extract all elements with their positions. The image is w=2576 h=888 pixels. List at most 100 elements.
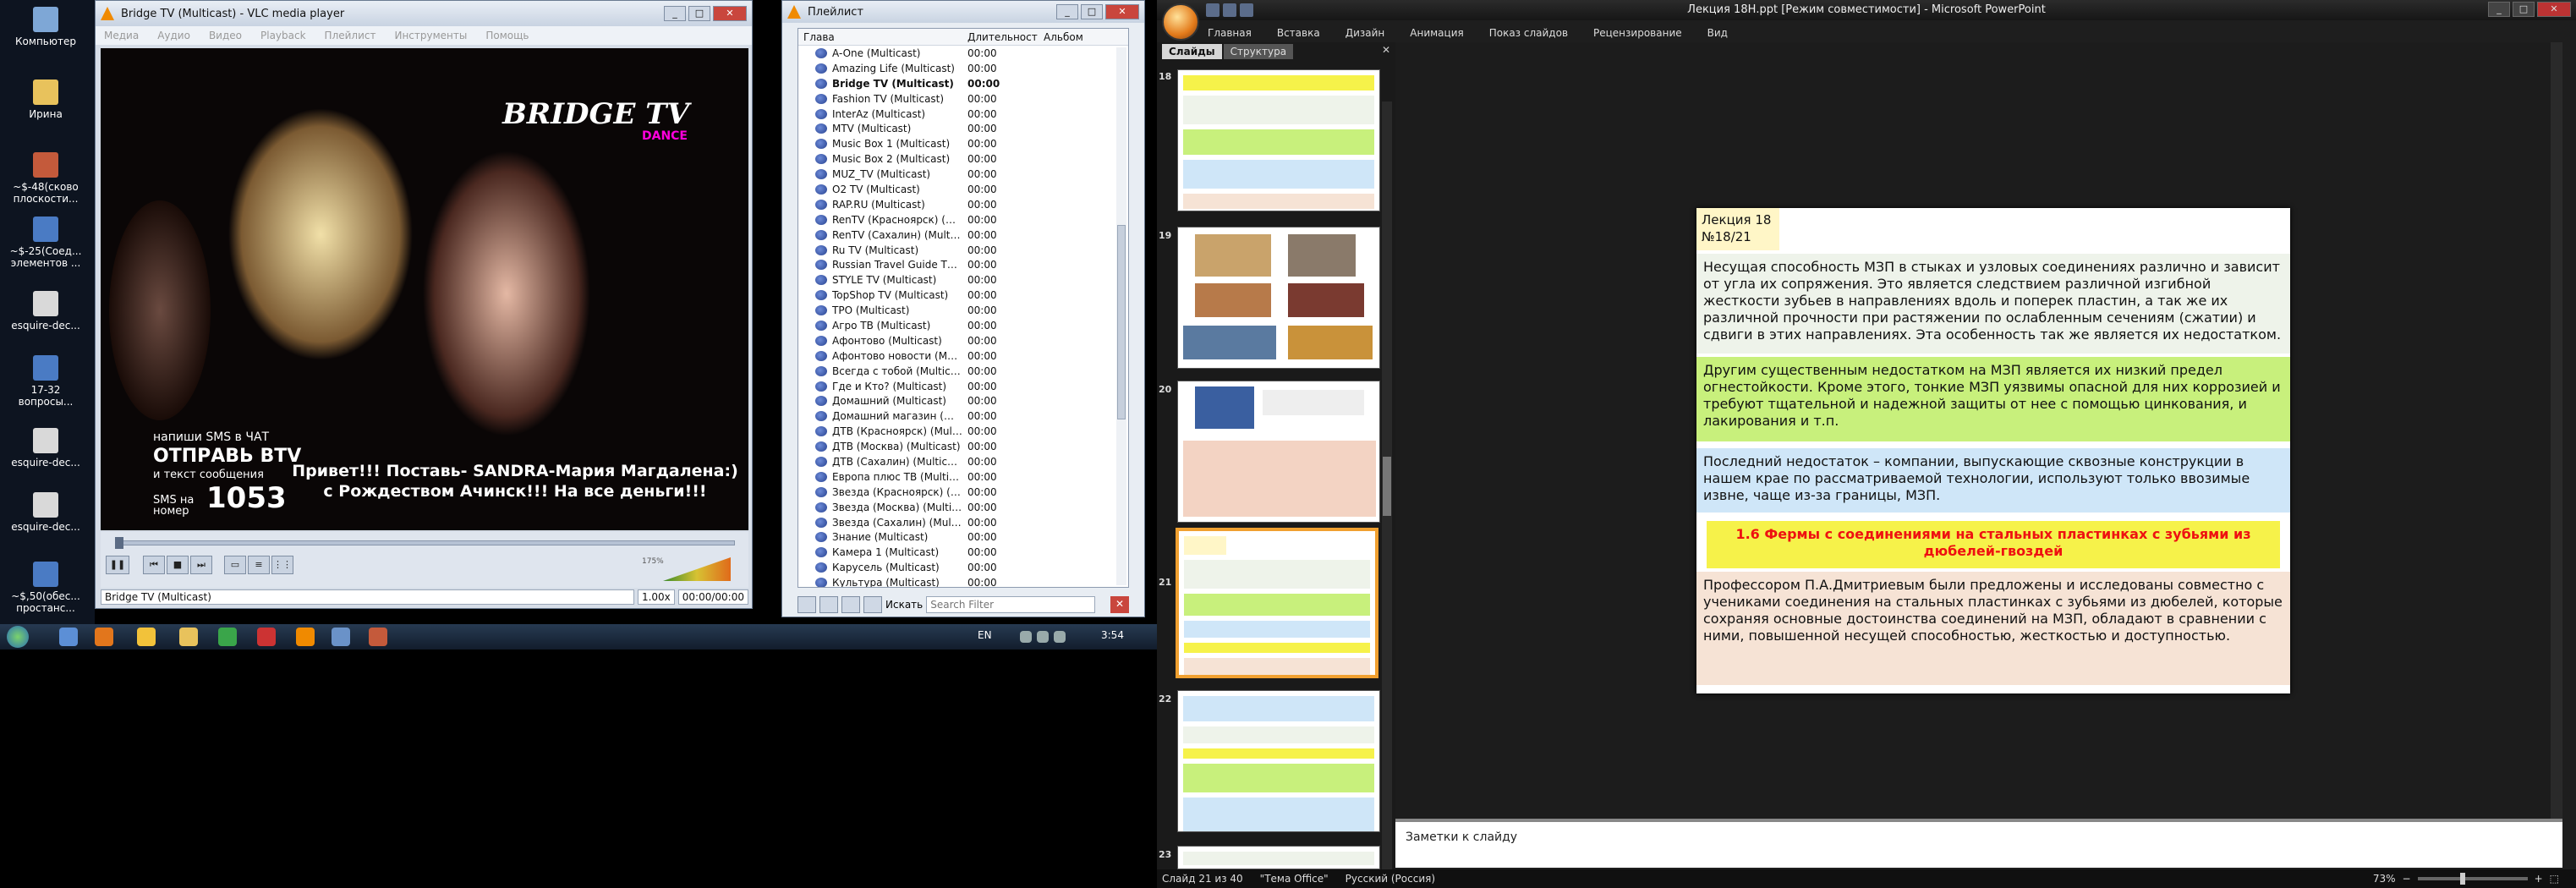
- playlist-item[interactable]: Ru TV (Multicast) 00:00: [798, 243, 1128, 258]
- playlist-item[interactable]: TopShop TV (Multicast) 00:00: [798, 288, 1128, 303]
- menu-media[interactable]: Медиа: [104, 30, 139, 41]
- playlist-item[interactable]: ДТВ (Москва) (Multicast) 00:00: [798, 439, 1128, 454]
- playlist-item[interactable]: InterAz (Multicast) 00:00: [798, 107, 1128, 122]
- next-button[interactable]: ⏭: [190, 556, 212, 574]
- minimize-button[interactable]: _: [2488, 2, 2510, 17]
- tab-review[interactable]: Рецензирование: [1593, 27, 1682, 39]
- desktop-icon-file[interactable]: ~$-25(Соед... элементов ...: [3, 217, 88, 269]
- slide-thumbnail[interactable]: [1177, 227, 1380, 369]
- maximize-button[interactable]: □: [2513, 2, 2535, 17]
- desktop-icon-file[interactable]: esquire-dec...: [3, 291, 88, 332]
- menu-video[interactable]: Видео: [209, 30, 242, 41]
- speed-indicator[interactable]: 1.00x: [637, 589, 675, 605]
- column-header-duration[interactable]: Длительност: [967, 31, 1044, 43]
- maximize-button[interactable]: □: [1081, 4, 1103, 19]
- firefox-icon[interactable]: [95, 628, 113, 646]
- playlist-item[interactable]: Music Box 1 (Multicast) 00:00: [798, 136, 1128, 151]
- media-icon[interactable]: [137, 628, 156, 646]
- close-button[interactable]: ✕: [1105, 4, 1139, 19]
- volume-slider[interactable]: [663, 557, 731, 581]
- slide-thumbnail[interactable]: [1177, 846, 1380, 869]
- network-icon[interactable]: [1037, 631, 1049, 643]
- sort-button[interactable]: [841, 596, 860, 613]
- powerpoint-icon[interactable]: [369, 628, 387, 646]
- volume-icon[interactable]: [1054, 631, 1066, 643]
- clock[interactable]: 3:54: [1101, 629, 1124, 641]
- seek-handle[interactable]: [115, 537, 123, 549]
- desktop-icon-file[interactable]: 17-32 вопросы...: [3, 355, 88, 408]
- playlist-item[interactable]: Всегда с тобой (Multicast) 00:00: [798, 364, 1128, 379]
- tab-animation[interactable]: Анимация: [1410, 27, 1463, 39]
- explorer-icon[interactable]: [59, 628, 78, 646]
- desktop-icon-file[interactable]: ~$,50(обес... простанс...: [3, 562, 88, 614]
- playlist-item[interactable]: Знание (Multicast) 00:00: [798, 530, 1128, 545]
- add-button[interactable]: [797, 596, 816, 613]
- chat-icon[interactable]: [218, 628, 237, 646]
- text-block-green[interactable]: Другим существенным недостатком на МЗП я…: [1696, 357, 2290, 441]
- slide-thumbnail-selected[interactable]: [1176, 528, 1378, 678]
- playlist-scrollbar[interactable]: [1116, 47, 1126, 585]
- playlist-titlebar[interactable]: Плейлист _ □ ✕: [782, 1, 1144, 23]
- desktop-icon-file[interactable]: esquire-dec...: [3, 492, 88, 533]
- close-button[interactable]: ✕: [713, 6, 747, 21]
- playlist-item[interactable]: ДТВ (Сахалин) (Multicast) 00:00: [798, 454, 1128, 469]
- slide-thumbnail[interactable]: [1177, 690, 1380, 832]
- tab-slideshow[interactable]: Показ слайдов: [1489, 27, 1568, 39]
- playlist-item[interactable]: Звезда (Красноярск) (Mul... 00:00: [798, 485, 1128, 500]
- find-button[interactable]: [863, 596, 882, 613]
- tab-design[interactable]: Дизайн: [1346, 27, 1385, 39]
- pause-button[interactable]: ❚❚: [106, 556, 129, 574]
- playlist-item[interactable]: Где и Кто? (Multicast) 00:00: [798, 379, 1128, 394]
- playlist-toggle-button[interactable]: ≡: [248, 556, 270, 574]
- video-frame[interactable]: BRIDGE TV DANCE напиши SMS в ЧАТ ОТПРАВЬ…: [101, 48, 748, 530]
- playlist-item[interactable]: Звезда (Сахалин) (Multic... 00:00: [798, 515, 1128, 530]
- zoom-in-icon[interactable]: +: [2535, 873, 2543, 885]
- playlist-item[interactable]: Карусель (Multicast) 00:00: [798, 560, 1128, 575]
- playlist-item[interactable]: Amazing Life (Multicast) 00:00: [798, 61, 1128, 76]
- playlist-item[interactable]: Культура (Multicast) 00:00: [798, 575, 1128, 587]
- scrollbar-thumb[interactable]: [1117, 225, 1126, 419]
- time-display[interactable]: 00:00/00:00: [677, 589, 748, 605]
- tab-view[interactable]: Вид: [1707, 27, 1728, 39]
- menu-help[interactable]: Помощь: [485, 30, 529, 41]
- playlist-item[interactable]: MTV (Multicast) 00:00: [798, 121, 1128, 136]
- tab-slides[interactable]: Слайды: [1162, 44, 1222, 59]
- office-button[interactable]: [1162, 3, 1199, 41]
- playlist-item[interactable]: Афонтово новости (Multi... 00:00: [798, 348, 1128, 364]
- language-indicator[interactable]: EN: [978, 629, 992, 641]
- desktop-icon-user-folder[interactable]: Ирина: [3, 79, 88, 120]
- playlist-item[interactable]: Европа плюс ТВ (Multicast) 00:00: [798, 469, 1128, 485]
- tab-home[interactable]: Главная: [1208, 27, 1252, 39]
- zoom-out-icon[interactable]: −: [2403, 873, 2411, 885]
- playlist-item[interactable]: STYLE TV (Multicast) 00:00: [798, 272, 1128, 288]
- slide-thumbnail[interactable]: [1177, 381, 1380, 523]
- playlist-item[interactable]: Афонтово (Multicast) 00:00: [798, 333, 1128, 348]
- playlist-item[interactable]: Камера 1 (Multicast) 00:00: [798, 545, 1128, 560]
- save-icon[interactable]: [1206, 3, 1219, 17]
- desktop-icon-file[interactable]: esquire-dec...: [3, 428, 88, 469]
- vlc-icon[interactable]: [296, 628, 315, 646]
- redo-icon[interactable]: [1240, 3, 1253, 17]
- scrollbar-thumb[interactable]: [1383, 457, 1391, 516]
- slides-pane-scrollbar[interactable]: [1382, 101, 1392, 888]
- close-pane-icon[interactable]: ✕: [1382, 44, 1390, 56]
- slide-thumbnail[interactable]: [1177, 69, 1380, 211]
- tab-insert[interactable]: Вставка: [1277, 27, 1320, 39]
- clear-filter-button[interactable]: ✕: [1110, 596, 1129, 613]
- playlist-item[interactable]: Fashion TV (Multicast) 00:00: [798, 91, 1128, 107]
- window-icon[interactable]: [332, 628, 350, 646]
- desktop-icon-computer[interactable]: Компьютер: [3, 7, 88, 47]
- remove-button[interactable]: [819, 596, 838, 613]
- extended-settings-button[interactable]: ⋮⋮: [271, 556, 293, 574]
- playlist-item[interactable]: RenTV (Красноярск) (Mul... 00:00: [798, 212, 1128, 227]
- ppt-titlebar[interactable]: Лекция 18Н.ppt [Режим совместимости] - M…: [1157, 0, 2576, 20]
- start-button[interactable]: [7, 626, 29, 648]
- tray-icon[interactable]: [1020, 631, 1032, 643]
- search-filter-input[interactable]: [926, 596, 1096, 613]
- slide-canvas[interactable]: Лекция 18 №18/21 Несущая способность МЗП…: [1696, 208, 2290, 693]
- menu-audio[interactable]: Аудио: [157, 30, 190, 41]
- desktop-icon-file[interactable]: ~$-48(сково плоскости...: [3, 152, 88, 205]
- text-block-blue[interactable]: Последний недостаток – компании, выпуска…: [1696, 448, 2290, 513]
- fit-window-icon[interactable]: ⬚: [2550, 873, 2559, 885]
- section-heading[interactable]: 1.6 Фермы с соединениями на стальных пла…: [1707, 521, 2280, 568]
